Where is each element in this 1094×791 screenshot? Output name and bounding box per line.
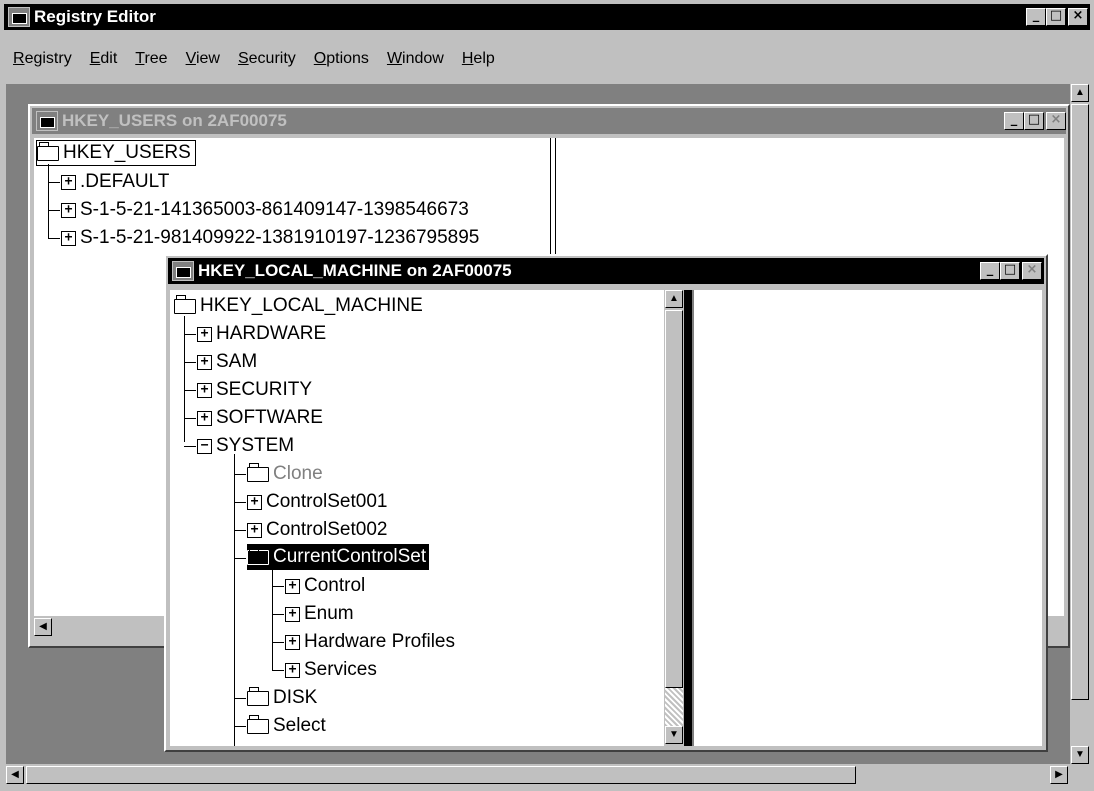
folder-icon bbox=[247, 714, 269, 734]
users-close-button[interactable]: × bbox=[1046, 112, 1066, 130]
users-scroll-left-button[interactable]: ◀ bbox=[34, 618, 52, 636]
tree-node-enum[interactable]: + Enum bbox=[285, 600, 354, 628]
users-minimize-button[interactable]: _ bbox=[1004, 112, 1024, 130]
hklm-window-icon[interactable] bbox=[172, 261, 194, 281]
main-title: Registry Editor bbox=[34, 7, 156, 26]
hkey-users-title-bar[interactable]: HKEY_USERS on 2AF00075 _ □ × bbox=[32, 108, 1066, 134]
folder-icon bbox=[247, 462, 269, 482]
menu-security[interactable]: Security bbox=[229, 48, 305, 72]
expand-icon[interactable]: + bbox=[197, 410, 212, 426]
hkey-users-window-icon[interactable] bbox=[36, 111, 58, 131]
expand-icon[interactable]: + bbox=[61, 202, 76, 218]
hklm-minimize-button[interactable]: _ bbox=[980, 262, 1000, 280]
tree-node-controlset002[interactable]: + ControlSet002 bbox=[247, 516, 387, 544]
tree-node-select[interactable]: Select bbox=[247, 712, 326, 740]
tree-node-services[interactable]: + Services bbox=[285, 656, 377, 684]
expand-icon[interactable]: + bbox=[197, 354, 212, 370]
expand-icon[interactable]: + bbox=[285, 606, 300, 622]
tree-node-currentcontrolset[interactable]: CurrentControlSet bbox=[247, 544, 430, 570]
menu-window[interactable]: Window bbox=[378, 48, 453, 72]
expand-icon[interactable]: + bbox=[61, 174, 76, 190]
workspace-vertical-scrollbar[interactable]: ▲ ▼ bbox=[1070, 84, 1090, 764]
menu-tree[interactable]: Tree bbox=[126, 48, 176, 72]
main-maximize-button[interactable]: □ bbox=[1046, 8, 1066, 26]
hklm-splitter[interactable] bbox=[684, 290, 692, 746]
main-title-bar[interactable]: Registry Editor _ □ × bbox=[4, 4, 1090, 30]
expand-icon[interactable]: + bbox=[61, 230, 76, 246]
tree-node-disk[interactable]: DISK bbox=[247, 684, 317, 712]
menu-view[interactable]: View bbox=[177, 48, 229, 72]
hklm-title: HKEY_LOCAL_MACHINE on 2AF00075 bbox=[198, 261, 512, 280]
size-grip[interactable] bbox=[1070, 764, 1090, 786]
menu-help[interactable]: Help bbox=[453, 48, 504, 72]
hklm-window[interactable]: HKEY_LOCAL_MACHINE on 2AF00075 _ □ × HKE… bbox=[164, 254, 1048, 752]
tree-node-control[interactable]: + Control bbox=[285, 572, 365, 600]
hklm-close-button[interactable]: × bbox=[1022, 262, 1042, 280]
tree-node-controlset001[interactable]: + ControlSet001 bbox=[247, 488, 387, 516]
regedit-app-icon[interactable] bbox=[8, 7, 30, 27]
expand-icon[interactable]: + bbox=[285, 578, 300, 594]
hklm-maximize-button[interactable]: □ bbox=[1000, 262, 1020, 280]
hklm-data-pane[interactable] bbox=[692, 290, 1042, 746]
tree-node-hkey-users[interactable]: HKEY_USERS bbox=[36, 140, 196, 166]
workspace-vscroll-thumb[interactable] bbox=[1071, 104, 1089, 700]
expand-icon[interactable]: + bbox=[247, 522, 262, 538]
tree-node-security[interactable]: + SECURITY bbox=[197, 376, 312, 404]
tree-node-clone[interactable]: Clone bbox=[247, 460, 323, 488]
main-close-button[interactable]: × bbox=[1068, 8, 1088, 26]
tree-node-software[interactable]: + SOFTWARE bbox=[197, 404, 323, 432]
menu-edit[interactable]: Edit bbox=[81, 48, 127, 72]
hkey-users-title: HKEY_USERS on 2AF00075 bbox=[62, 111, 287, 130]
hklm-vscroll-thumb[interactable] bbox=[665, 310, 683, 688]
hklm-vscroll-track[interactable] bbox=[665, 688, 683, 726]
folder-icon bbox=[174, 294, 196, 314]
expand-icon[interactable]: + bbox=[247, 494, 262, 510]
tree-node-sid-1[interactable]: + S-1-5-21-141365003-861409147-1398546673 bbox=[61, 196, 469, 224]
tree-node-hklm[interactable]: HKEY_LOCAL_MACHINE bbox=[174, 292, 423, 320]
tree-node-hardware-profiles[interactable]: + Hardware Profiles bbox=[285, 628, 455, 656]
hklm-tree-pane[interactable]: HKEY_LOCAL_MACHINE + HARDWARE + SAM + SECUR… bbox=[170, 290, 664, 746]
expand-icon[interactable]: + bbox=[285, 662, 300, 678]
tree-node-sam[interactable]: + SAM bbox=[197, 348, 257, 376]
hklm-scroll-up-button[interactable]: ▲ bbox=[665, 290, 683, 308]
workspace-scroll-right-button[interactable]: ▶ bbox=[1050, 766, 1068, 784]
folder-open-icon bbox=[37, 141, 59, 161]
users-maximize-button[interactable]: □ bbox=[1024, 112, 1044, 130]
registry-editor-window: Registry Editor _ □ × Registry Edit Tree… bbox=[0, 0, 1094, 791]
tree-node-default[interactable]: + .DEFAULT bbox=[61, 168, 169, 196]
expand-icon[interactable]: + bbox=[197, 326, 212, 342]
tree-node-system[interactable]: − SYSTEM bbox=[197, 432, 294, 460]
hklm-tree-vertical-scrollbar[interactable]: ▲ ▼ bbox=[664, 290, 684, 746]
tree-node-hardware[interactable]: + HARDWARE bbox=[197, 320, 326, 348]
expand-icon[interactable]: + bbox=[197, 382, 212, 398]
workspace-horizontal-scrollbar[interactable]: ◀ ▶ bbox=[6, 764, 1070, 786]
menu-options[interactable]: Options bbox=[305, 48, 378, 72]
workspace-scroll-up-button[interactable]: ▲ bbox=[1071, 84, 1089, 102]
menu-bar: Registry Edit Tree View Security Options… bbox=[4, 48, 504, 72]
expand-icon[interactable]: + bbox=[285, 634, 300, 650]
workspace-scroll-down-button[interactable]: ▼ bbox=[1071, 746, 1089, 764]
hklm-scroll-down-button[interactable]: ▼ bbox=[665, 726, 683, 744]
folder-open-icon bbox=[247, 545, 269, 565]
workspace-hscroll-thumb[interactable] bbox=[26, 766, 856, 784]
collapse-icon[interactable]: − bbox=[197, 438, 212, 454]
menu-registry[interactable]: Registry bbox=[4, 48, 81, 72]
folder-icon bbox=[247, 686, 269, 706]
hklm-title-bar[interactable]: HKEY_LOCAL_MACHINE on 2AF00075 _ □ × bbox=[168, 258, 1044, 284]
tree-node-sid-2[interactable]: + S-1-5-21-981409922-1381910197-123679589… bbox=[61, 224, 479, 252]
main-minimize-button[interactable]: _ bbox=[1026, 8, 1046, 26]
workspace-scroll-left-button[interactable]: ◀ bbox=[6, 766, 24, 784]
